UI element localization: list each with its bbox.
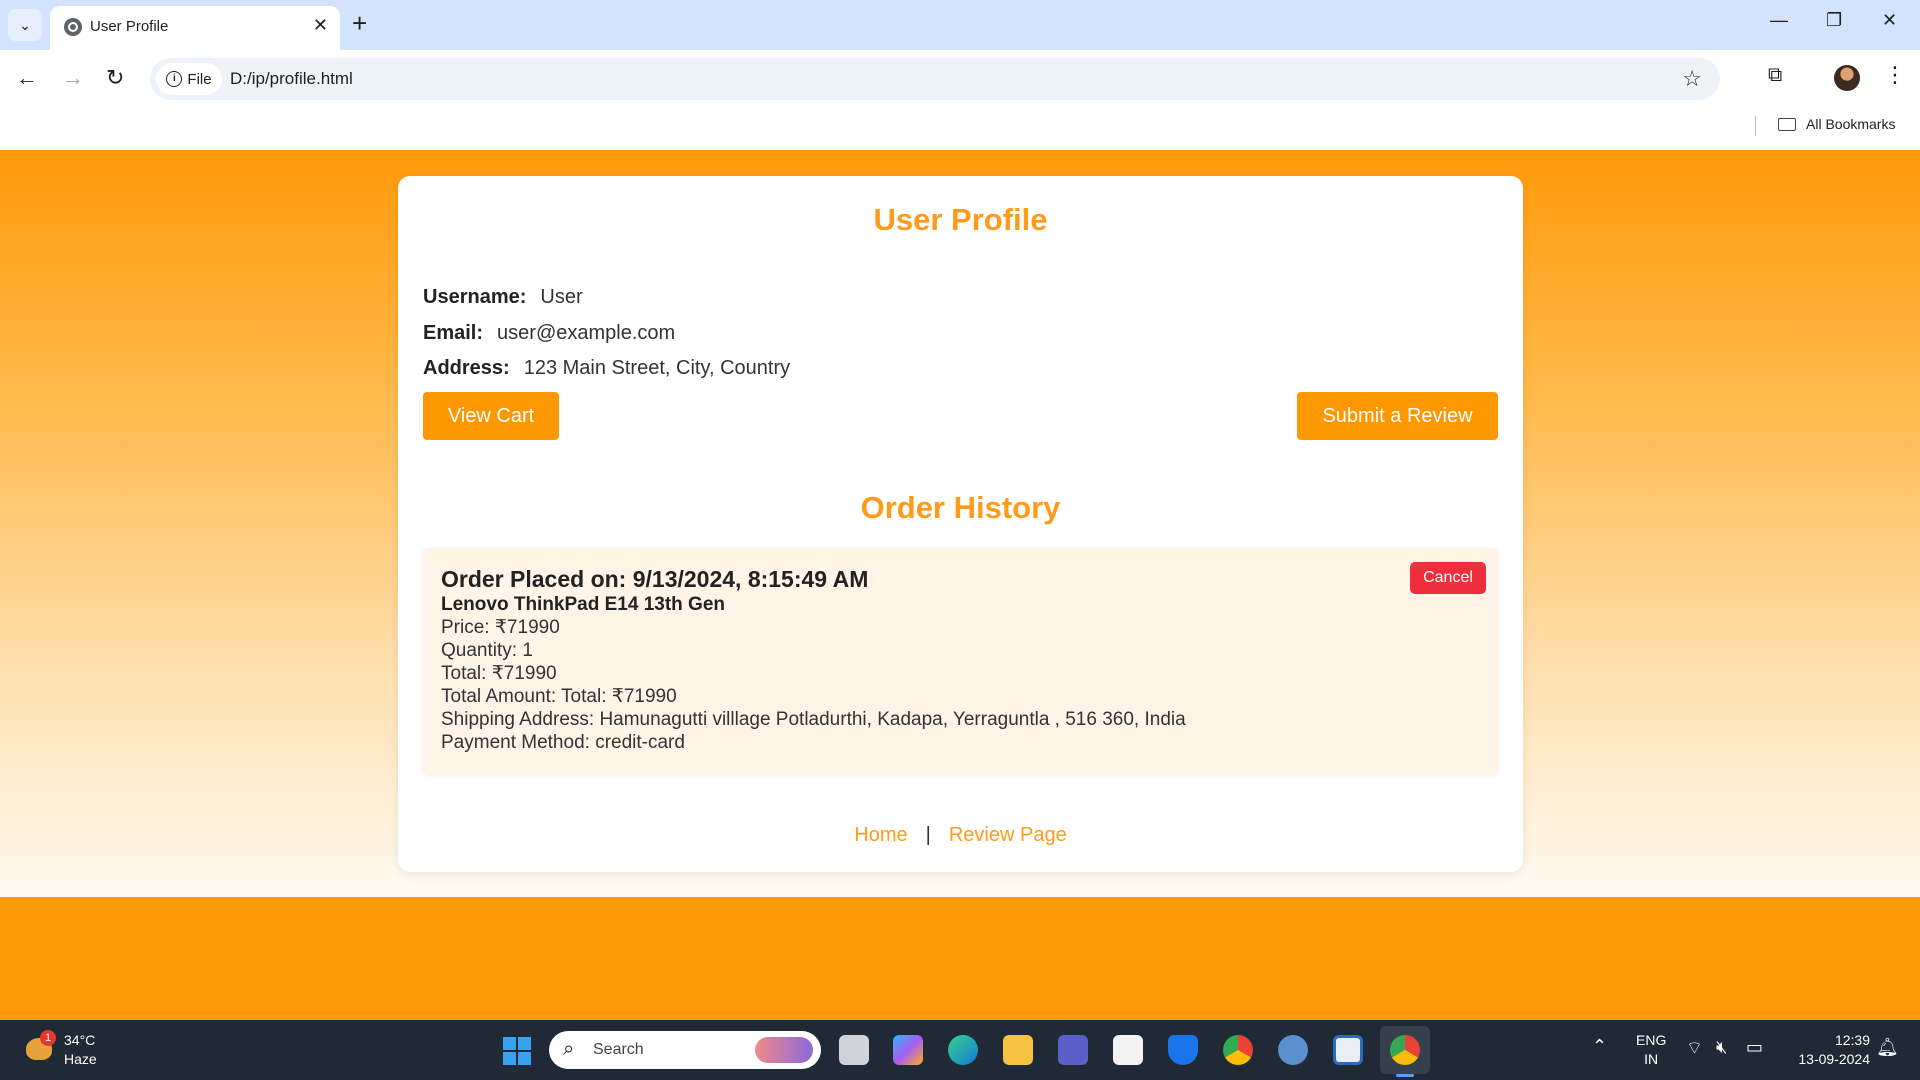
language-indicator[interactable]: ENG IN — [1636, 1031, 1666, 1069]
active-app-indicator — [1396, 1074, 1414, 1077]
order-placed-date: Order Placed on: 9/13/2024, 8:15:49 AM — [441, 566, 869, 592]
home-link[interactable]: Home — [854, 824, 907, 846]
back-icon[interactable]: ← — [16, 65, 38, 91]
all-bookmarks-link[interactable]: All Bookmarks — [1806, 116, 1895, 132]
page-viewport: User Profile Username: User Email: user@ex… — [0, 150, 1920, 1020]
minimize-icon[interactable]: — — [1770, 10, 1788, 31]
address-bar[interactable]: i File D:/ip/profile.html ☆ — [150, 58, 1720, 100]
address-row: Address: 123 Main Street, City, Country — [423, 357, 790, 380]
search-highlight-icon — [755, 1037, 813, 1063]
bookmarks-divider — [1755, 116, 1756, 136]
email-value: user@example.com — [497, 322, 676, 344]
start-icon[interactable] — [503, 1037, 531, 1065]
weather-condition[interactable]: Haze — [64, 1051, 97, 1067]
window-app-icon[interactable] — [1333, 1035, 1363, 1065]
clock-date: 13-09-2024 — [1798, 1051, 1870, 1067]
order-total: Total: ₹71990 — [441, 663, 557, 684]
taskbar: 1 34°C Haze ⌕ Search ⌃ ENG IN ⌔ 🔇︎ ▭ 12:… — [0, 1020, 1920, 1080]
teams-icon[interactable] — [1058, 1035, 1088, 1065]
footer-links: Home | Review Page — [398, 824, 1523, 847]
file-explorer-icon[interactable] — [1003, 1035, 1033, 1065]
close-tab-icon[interactable]: ✕ — [313, 15, 328, 36]
region-code: IN — [1644, 1051, 1659, 1067]
tab-list-icon[interactable]: ⌄ — [8, 9, 42, 41]
globe-icon — [64, 18, 82, 36]
view-cart-button[interactable]: View Cart — [423, 392, 559, 440]
volume-muted-icon[interactable]: 🔇︎ — [1716, 1037, 1727, 1058]
info-icon: i — [166, 71, 183, 87]
language-code: ENG — [1636, 1032, 1667, 1048]
username-label: Username: — [423, 286, 527, 308]
notification-bell-icon[interactable]: 🔔︎ — [1876, 1037, 1899, 1058]
close-window-icon[interactable]: ✕ — [1882, 10, 1897, 31]
order-details: Price: ₹71990 Quantity: 1 Total: ₹71990 … — [441, 616, 1186, 754]
email-label: Email: — [423, 322, 484, 344]
review-page-link[interactable]: Review Page — [949, 824, 1067, 846]
order-quantity: Quantity: 1 — [441, 640, 533, 661]
wifi-icon[interactable]: ⌔ — [1686, 1037, 1703, 1060]
tab-title: User Profile — [90, 18, 169, 35]
copilot-icon[interactable] — [893, 1035, 923, 1065]
clock[interactable]: 12:39 13-09-2024 — [1786, 1031, 1870, 1069]
tab-user-profile[interactable]: User Profile ✕ — [50, 6, 340, 50]
chip-label: File — [187, 70, 212, 88]
taskbar-search[interactable]: ⌕ Search — [549, 1031, 821, 1069]
task-view-icon[interactable] — [839, 1035, 869, 1065]
profile-card: User Profile Username: User Email: user@ex… — [398, 176, 1523, 872]
site-info-chip[interactable]: i File — [156, 63, 222, 95]
restore-icon[interactable]: ❐ — [1826, 10, 1842, 31]
folder-icon — [1778, 118, 1796, 131]
url-text[interactable]: D:/ip/profile.html — [230, 69, 353, 89]
extensions-icon[interactable]: ⧉ — [1768, 64, 1782, 87]
network-app-icon[interactable] — [1278, 1035, 1308, 1065]
order-product-name: Lenovo ThinkPad E14 13th Gen — [441, 594, 726, 615]
order-history-title: Order History — [860, 490, 1061, 525]
chrome-icon[interactable] — [1223, 1035, 1253, 1065]
security-shield-icon[interactable] — [1168, 1035, 1198, 1065]
battery-icon[interactable]: ▭ — [1746, 1037, 1763, 1058]
browser-toolbar: ← → ↻ i File D:/ip/profile.html ☆ ⧉ ⋮ — [0, 50, 1920, 108]
edge-icon[interactable] — [948, 1035, 978, 1065]
order-shipping-address: Shipping Address: Hamunagutti villlage P… — [441, 709, 1186, 730]
footer-separator: | — [925, 824, 931, 846]
bookmarks-bar: All Bookmarks — [0, 108, 1920, 150]
username-row: Username: User — [423, 286, 583, 309]
search-label: Search — [593, 1041, 644, 1058]
order-card: Order Placed on: 9/13/2024, 8:15:49 AM L… — [423, 548, 1498, 774]
address-value: 123 Main Street, City, Country — [523, 357, 791, 379]
forward-icon[interactable]: → — [62, 65, 84, 91]
order-price: Price: ₹71990 — [441, 617, 560, 638]
weather-badge: 1 — [40, 1030, 56, 1046]
search-icon: ⌕ — [563, 1038, 575, 1060]
profile-avatar[interactable] — [1834, 65, 1860, 91]
store-icon[interactable] — [1113, 1035, 1143, 1065]
order-total-amount: Total Amount: Total: ₹71990 — [441, 686, 677, 707]
star-icon[interactable]: ☆ — [1682, 66, 1702, 92]
email-row: Email: user@example.com — [423, 322, 675, 345]
reload-icon[interactable]: ↻ — [106, 65, 124, 91]
chrome-dev-icon[interactable] — [1390, 1035, 1420, 1065]
clock-time: 12:39 — [1834, 1032, 1870, 1048]
page-title: User Profile — [873, 202, 1048, 237]
address-label: Address: — [423, 357, 510, 379]
submit-review-button[interactable]: Submit a Review — [1297, 392, 1498, 440]
username-value: User — [540, 286, 583, 308]
order-payment-method: Payment Method: credit-card — [441, 732, 685, 753]
weather-temperature[interactable]: 34°C — [64, 1032, 95, 1048]
more-menu-icon[interactable]: ⋮ — [1884, 62, 1906, 88]
new-tab-button[interactable]: + — [352, 8, 367, 39]
tray-overflow-icon[interactable]: ⌃ — [1592, 1036, 1607, 1057]
browser-tab-bar: ⌄ User Profile ✕ + — ❐ ✕ — [0, 0, 1920, 50]
cancel-order-button[interactable]: Cancel — [1410, 562, 1486, 594]
